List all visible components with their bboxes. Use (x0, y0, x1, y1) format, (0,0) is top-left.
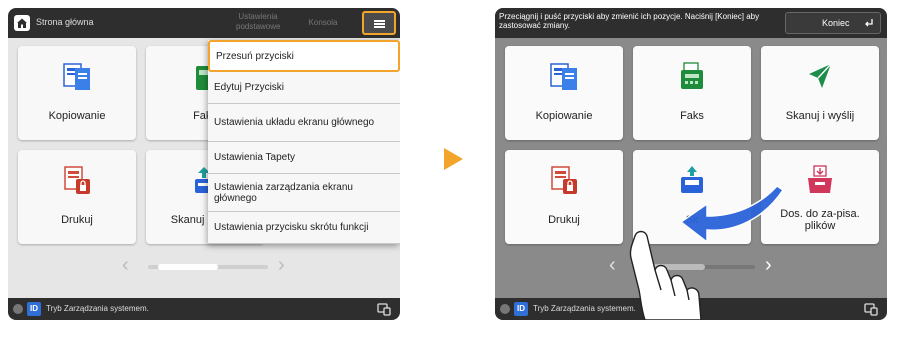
tile-label: Faks (680, 110, 704, 122)
scan-icon (681, 166, 703, 193)
tile-copy[interactable]: Kopiowanie (18, 46, 136, 140)
tile-file-save[interactable]: Dos. do za-pisa. plików (761, 150, 879, 244)
tile-label: Kopiowanie (535, 110, 593, 122)
tile-label: Drukuj (61, 214, 93, 226)
fax-icon (681, 62, 703, 89)
page-indicator: ‹ › (8, 254, 400, 278)
file-save-icon (808, 165, 832, 193)
play-arrow-icon (444, 148, 463, 170)
tile-print[interactable]: Drukuj (18, 150, 136, 244)
enter-icon (865, 19, 873, 27)
tile-label: Dos. do za-pisa. plików (780, 208, 860, 232)
id-badge[interactable]: ID (514, 302, 528, 316)
menu-item-layout-settings[interactable]: Ustawienia układu ekranu głównego (208, 104, 400, 142)
id-badge[interactable]: ID (27, 302, 41, 316)
top-bar: Strona główna Ustawienia podstawowe Kons… (8, 8, 400, 38)
menu-item-wallpaper-settings[interactable]: Ustawienia Tapety (208, 142, 400, 174)
menu-item-management-settings[interactable]: Ustawienia zarządzania ekranu głównego (208, 174, 400, 212)
menu-dropdown: Przesuń przyciski Edytuj Przyciski Ustaw… (208, 40, 400, 244)
chevron-left-icon[interactable]: ‹ (122, 254, 129, 277)
status-text: Tryb Zarządzania systemem. (46, 304, 149, 313)
console-shortcut[interactable]: Konsola (308, 18, 338, 28)
page-indicator: ‹ › (495, 254, 887, 278)
top-bar: Przeciągnij i puść przyciski aby zmienić… (495, 8, 887, 38)
rearrange-screen-panel: Przeciągnij i puść przyciski aby zmienić… (495, 8, 887, 320)
end-button-label: Koniec (822, 18, 850, 28)
end-button[interactable]: Koniec (785, 12, 881, 34)
print-icon (551, 166, 577, 194)
chevron-right-icon[interactable]: › (765, 254, 772, 277)
status-monitor-icon[interactable] (863, 301, 879, 317)
status-indicator-icon (500, 304, 510, 314)
copy-icon (63, 63, 90, 90)
page-title: Strona główna (36, 17, 94, 27)
tile-scan[interactable]: Sk (633, 150, 751, 244)
tile-label: Drukuj (548, 214, 580, 226)
menu-button[interactable] (362, 11, 396, 35)
hamburger-icon (374, 20, 385, 22)
menu-item-edit-buttons[interactable]: Edytuj Przyciski (208, 72, 400, 104)
chevron-right-icon[interactable]: › (278, 254, 285, 277)
menu-item-shortcut-settings[interactable]: Ustawienia przycisku skrótu funkcji (208, 212, 400, 244)
tile-print[interactable]: Drukuj (505, 150, 623, 244)
status-bar: ID Tryb Zarządzania systemem. (8, 298, 400, 320)
tile-scan-send[interactable]: Skanuj i wyślij (761, 46, 879, 140)
tile-copy[interactable]: Kopiowanie (505, 46, 623, 140)
send-icon (809, 63, 832, 88)
home-screen-panel: Strona główna Ustawienia podstawowe Kons… (8, 8, 400, 320)
print-icon (64, 166, 90, 194)
chevron-left-icon[interactable]: ‹ (609, 254, 616, 277)
status-bar: ID Tryb Zarządzania systemem. (495, 298, 887, 320)
menu-item-move-buttons[interactable]: Przesuń przyciski (208, 40, 400, 72)
tile-label: Skanuj i wyślij (785, 110, 855, 122)
tile-label: Sk (685, 214, 699, 226)
status-indicator-icon (13, 304, 23, 314)
tile-fax[interactable]: Faks (633, 46, 751, 140)
instruction-text: Przeciągnij i puść przyciski aby zmienić… (499, 12, 760, 30)
status-monitor-icon[interactable] (376, 301, 392, 317)
copy-icon (550, 63, 577, 90)
home-icon[interactable] (14, 15, 30, 31)
basic-settings-shortcut[interactable]: Ustawienia podstawowe (236, 12, 280, 32)
tile-label: Kopiowanie (48, 110, 106, 122)
status-text: Tryb Zarządzania systemem. (533, 304, 636, 313)
